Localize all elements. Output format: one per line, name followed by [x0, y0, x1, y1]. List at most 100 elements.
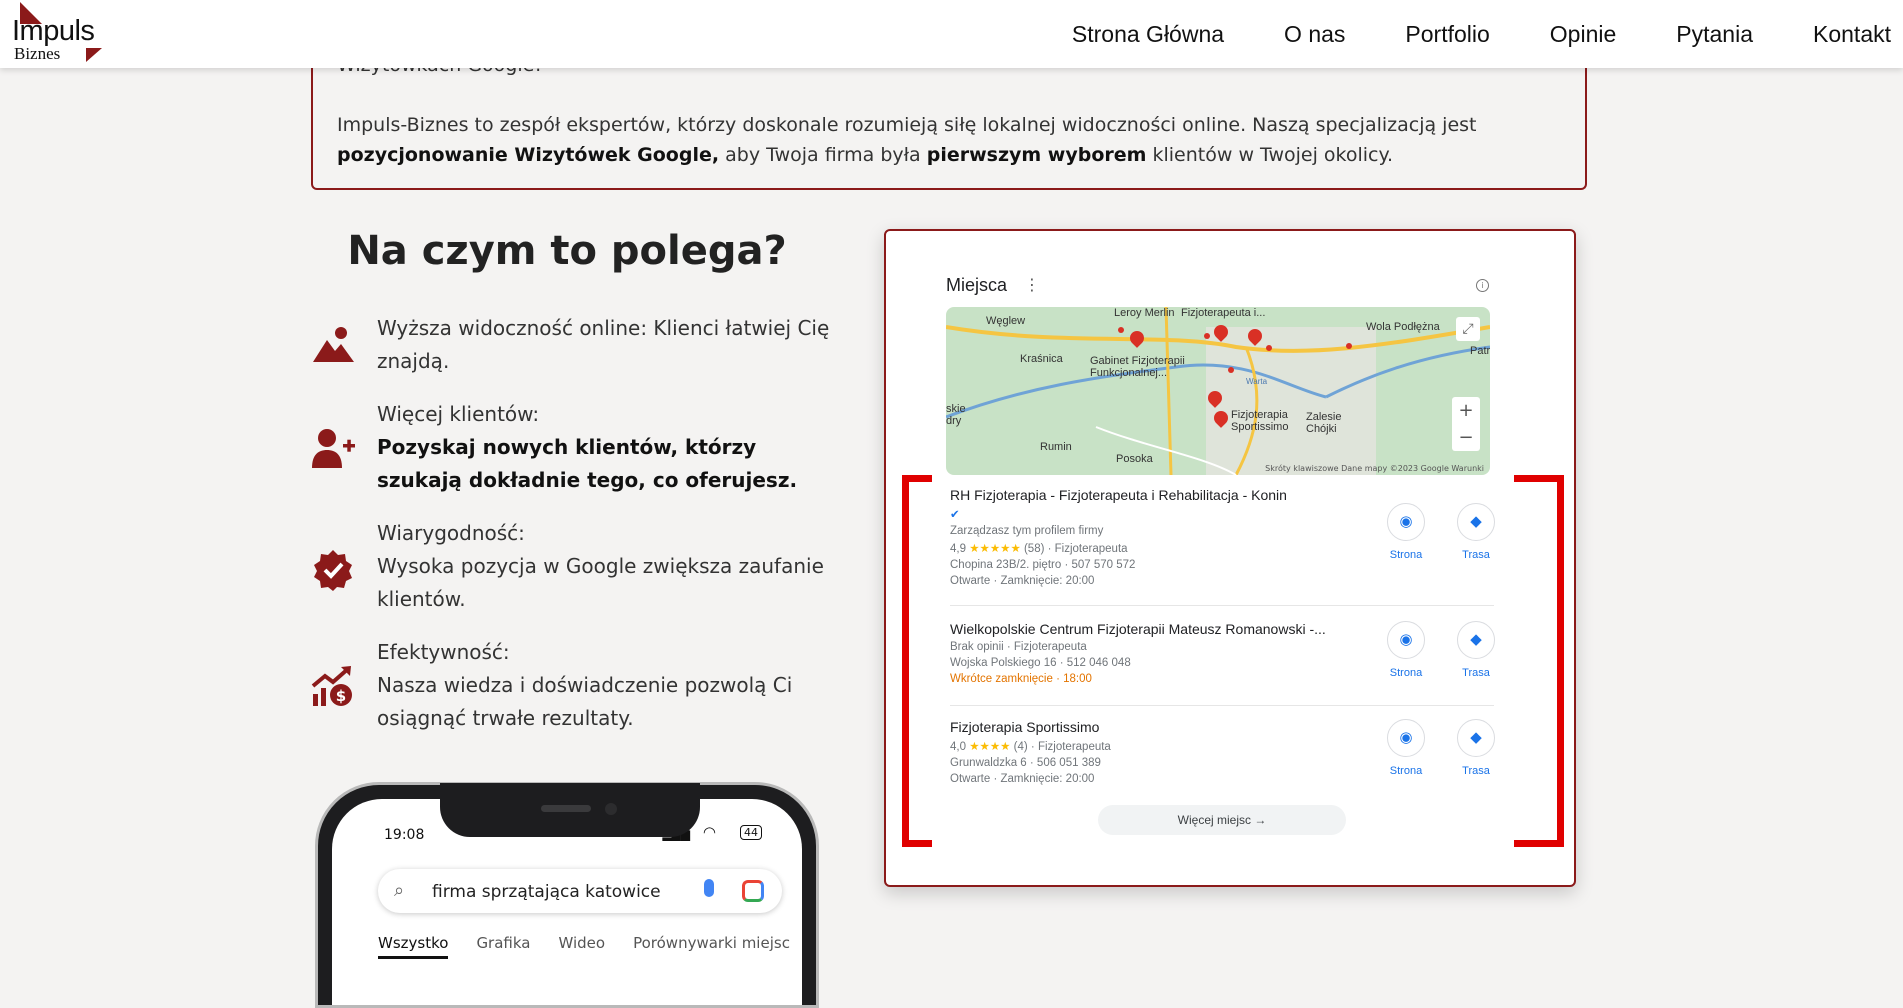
hours: Otwarte · Zamknięcie: 20:00 [950, 575, 1095, 587]
website-label: Strona [1389, 667, 1423, 679]
badge-check-icon [314, 550, 352, 591]
tab-compare[interactable]: Porównywarki miejsc [633, 934, 790, 959]
feature-efficiency-title: Efektywność: [377, 640, 510, 664]
phone-notch [440, 783, 700, 837]
intro-bold-1: pozycjonowanie Wizytówek Google, [337, 144, 720, 166]
more-vert-icon: ⋮ [1024, 275, 1040, 294]
feature-clients-bold: Pozyskaj nowych klientów, którzy szukają… [377, 435, 798, 492]
intro-text-1: Impuls-Biznes to zespół ekspertów, którz… [337, 114, 1477, 136]
map-label: Kraśnica [1020, 353, 1063, 365]
user-plus-icon [312, 429, 355, 468]
divider [950, 605, 1494, 606]
map-label: Zalesie Chójki [1306, 411, 1342, 435]
feature-clients-title: Więcej klientów: [377, 402, 540, 426]
feature-visibility-text: Wyższa widoczność online: Klienci łatwie… [377, 316, 830, 373]
map-dot [1228, 367, 1234, 373]
globe-icon: ◉ [1387, 621, 1425, 659]
search-tabs: Wszystko Grafika Wideo Porównywarki miej… [378, 934, 790, 959]
map-label: Rumin [1040, 441, 1072, 453]
map-label: Gabinet Fizjoterapii Funkcjonalnej... [1090, 355, 1185, 379]
map-label: Fizjoterapia Sportissimo [1231, 409, 1289, 433]
mountain-icon [313, 327, 354, 362]
category: Fizjoterapeuta [1054, 543, 1128, 555]
map-label: Warta [1246, 377, 1268, 386]
logo-triangle-bottom [86, 48, 102, 62]
expand-icon[interactable]: ⤢ [1456, 317, 1480, 341]
camera-icon [605, 803, 617, 815]
speaker-icon [541, 805, 591, 812]
nav-faq[interactable]: Pytania [1676, 21, 1753, 48]
map-label: Wola Podłężna [1366, 321, 1440, 333]
directions-button[interactable]: ◆ Trasa [1446, 621, 1506, 679]
search-query: firma sprzątająca katowice [432, 882, 661, 902]
feature-credibility-desc: Wysoka pozycja w Google zwiększa zaufani… [377, 554, 824, 611]
tab-video[interactable]: Wideo [558, 934, 605, 959]
business-listing[interactable]: Wielkopolskie Centrum Fizjoterapii Mateu… [950, 621, 1495, 685]
feature-efficiency-text: Efektywność: Nasza wiedza i doświadczeni… [377, 636, 837, 735]
nav-contact[interactable]: Kontakt [1813, 21, 1891, 48]
directions-button[interactable]: ◆ Trasa [1446, 719, 1506, 777]
website-button[interactable]: ◉ Strona [1376, 503, 1436, 561]
phone-time: 19:08 [384, 827, 425, 843]
business-listing[interactable]: Fizjoterapia Sportissimo 4,0 ★★★★ (4) · … [950, 719, 1495, 785]
map-label: Fizjoterapeuta i... [1181, 307, 1266, 319]
info-icon: i [1476, 279, 1489, 292]
logo-line2: Biznes [14, 44, 61, 63]
lens-icon[interactable] [742, 880, 764, 902]
map-dot [1346, 343, 1352, 349]
search-icon: ⌕ [394, 880, 405, 901]
directions-icon: ◆ [1457, 621, 1495, 659]
directions-button[interactable]: ◆ Trasa [1446, 503, 1506, 561]
chart-growth-icon: $ [311, 666, 352, 706]
directions-label: Trasa [1462, 549, 1490, 561]
battery-icon: 44 [740, 825, 762, 840]
globe-icon: ◉ [1387, 503, 1425, 541]
map-label: Węglew [986, 315, 1026, 327]
highlight-bracket-left [902, 475, 932, 847]
zoom-control[interactable]: + − [1452, 397, 1480, 451]
logo[interactable]: Impuls Biznes [8, 0, 108, 68]
google-search-bar[interactable]: ⌕ firma sprzątająca katowice [378, 869, 782, 913]
intro-paragraph: Impuls-Biznes to zespół ekspertów, którz… [337, 110, 1567, 170]
map-dot [1266, 345, 1272, 351]
map-label: Leroy Merlin [1114, 307, 1175, 319]
directions-label: Trasa [1462, 765, 1490, 777]
intro-text-3: klientów w Twojej okolicy. [1146, 144, 1394, 166]
business-name: RH Fizjoterapia - Fizjoterapeuta i Rehab… [950, 487, 1287, 503]
nav-portfolio[interactable]: Portfolio [1405, 21, 1489, 48]
business-listing[interactable]: RH Fizjoterapia - Fizjoterapeuta i Rehab… [950, 487, 1495, 587]
website-button[interactable]: ◉ Strona [1376, 719, 1436, 777]
rating: 4,0 [950, 741, 966, 753]
svg-text:$: $ [336, 687, 346, 705]
site-header: Impuls Biznes Strona Główna O nas Portfo… [0, 0, 1903, 68]
tab-images[interactable]: Grafika [476, 934, 530, 959]
rating: 4,9 [950, 543, 966, 555]
section-title: Na czym to polega? [347, 228, 787, 274]
feature-credibility-text: Wiarygodność: Wysoka pozycja w Google zw… [377, 517, 837, 616]
feature-efficiency-desc: Nasza wiedza i doświadczenie pozwolą Ci … [377, 673, 793, 730]
mic-icon[interactable] [704, 879, 714, 897]
website-button[interactable]: ◉ Strona [1376, 621, 1436, 679]
map-label: Patr [1470, 345, 1490, 357]
intro-bold-2: pierwszym wyborem [926, 144, 1147, 166]
wifi-icon: ◠ [702, 823, 716, 841]
map-footer: Skróty klawiszowe Dane mapy ©2023 Google… [1265, 464, 1484, 473]
google-places-screenshot: Miejsca ⋮ i Węglew Leroy Merlin Fizjoter… [884, 229, 1576, 887]
phone-mockup: 19:08 ▂▄▆ ◠ 44 ⌕ firma sprzątająca katow… [315, 782, 819, 1008]
highlight-bracket-right [1514, 475, 1564, 847]
review-count: (58) [1023, 543, 1045, 555]
more-places-button[interactable]: Więcej miejsc → [1098, 805, 1346, 835]
feature-credibility-title: Wiarygodność: [377, 521, 525, 545]
nav-home[interactable]: Strona Główna [1072, 21, 1224, 48]
tab-all[interactable]: Wszystko [378, 934, 449, 959]
nav-reviews[interactable]: Opinie [1550, 21, 1616, 48]
map-label: Posoka [1116, 453, 1153, 465]
nav-about[interactable]: O nas [1284, 21, 1345, 48]
feature-clients-text: Więcej klientów: Pozyskaj nowych klientó… [377, 398, 837, 497]
places-title: Miejsca [946, 275, 1008, 295]
intro-text-2: aby Twoja firma była [719, 144, 927, 166]
review-count: (4) [1013, 741, 1028, 753]
stars-icon: ★★★★ [969, 741, 1011, 753]
website-label: Strona [1389, 765, 1423, 777]
globe-icon: ◉ [1387, 719, 1425, 757]
